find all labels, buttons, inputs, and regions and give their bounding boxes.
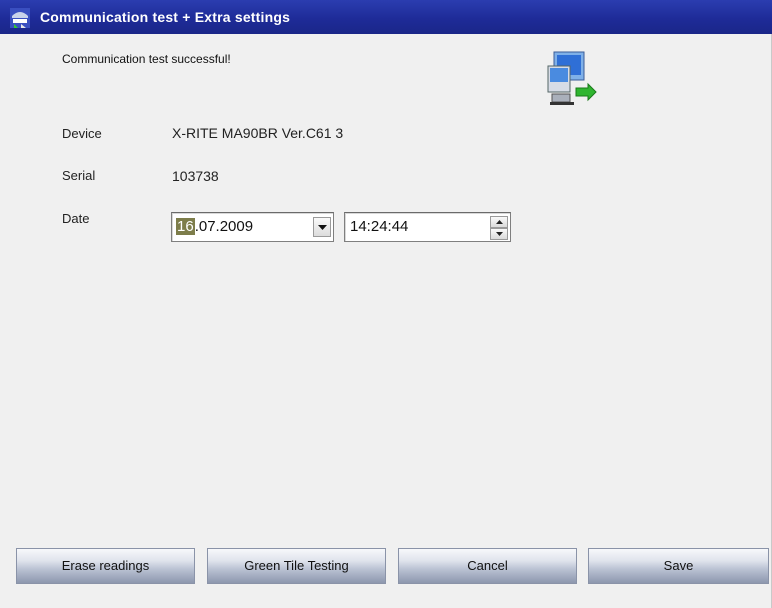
time-spinner[interactable] [490, 216, 508, 240]
spin-up-button[interactable] [490, 216, 508, 228]
title-bar: Communication test + Extra settings [0, 0, 772, 34]
chevron-down-icon [318, 225, 327, 230]
green-tile-testing-button[interactable]: Green Tile Testing [207, 548, 386, 584]
date-rest[interactable]: .07.2009 [195, 218, 253, 235]
device-value: X-RITE MA90BR Ver.C61 3 [172, 125, 344, 141]
cancel-button[interactable]: Cancel [398, 548, 577, 584]
date-day-selected[interactable]: 16 [176, 218, 195, 235]
time-value[interactable]: 14:24:44 [350, 218, 408, 235]
app-icon [9, 7, 31, 29]
device-label: Device [62, 126, 102, 141]
spin-down-button[interactable] [490, 228, 508, 240]
network-computers-icon [540, 48, 602, 108]
date-dropdown-button[interactable] [313, 217, 331, 237]
status-message: Communication test successful! [62, 52, 231, 66]
window-title: Communication test + Extra settings [40, 9, 291, 25]
serial-label: Serial [62, 168, 96, 183]
save-button[interactable]: Save [588, 548, 769, 584]
date-picker[interactable]: 16.07.2009 [171, 212, 334, 242]
dialog-body: Communication test successful! Device X-… [0, 34, 772, 608]
time-picker[interactable]: 14:24:44 [344, 212, 511, 242]
date-value[interactable]: 16.07.2009 [176, 218, 253, 235]
spin-down-icon [496, 232, 503, 236]
serial-value: 103738 [172, 168, 219, 184]
spin-up-icon [496, 220, 503, 224]
date-label: Date [62, 211, 90, 226]
erase-readings-button[interactable]: Erase readings [16, 548, 195, 584]
